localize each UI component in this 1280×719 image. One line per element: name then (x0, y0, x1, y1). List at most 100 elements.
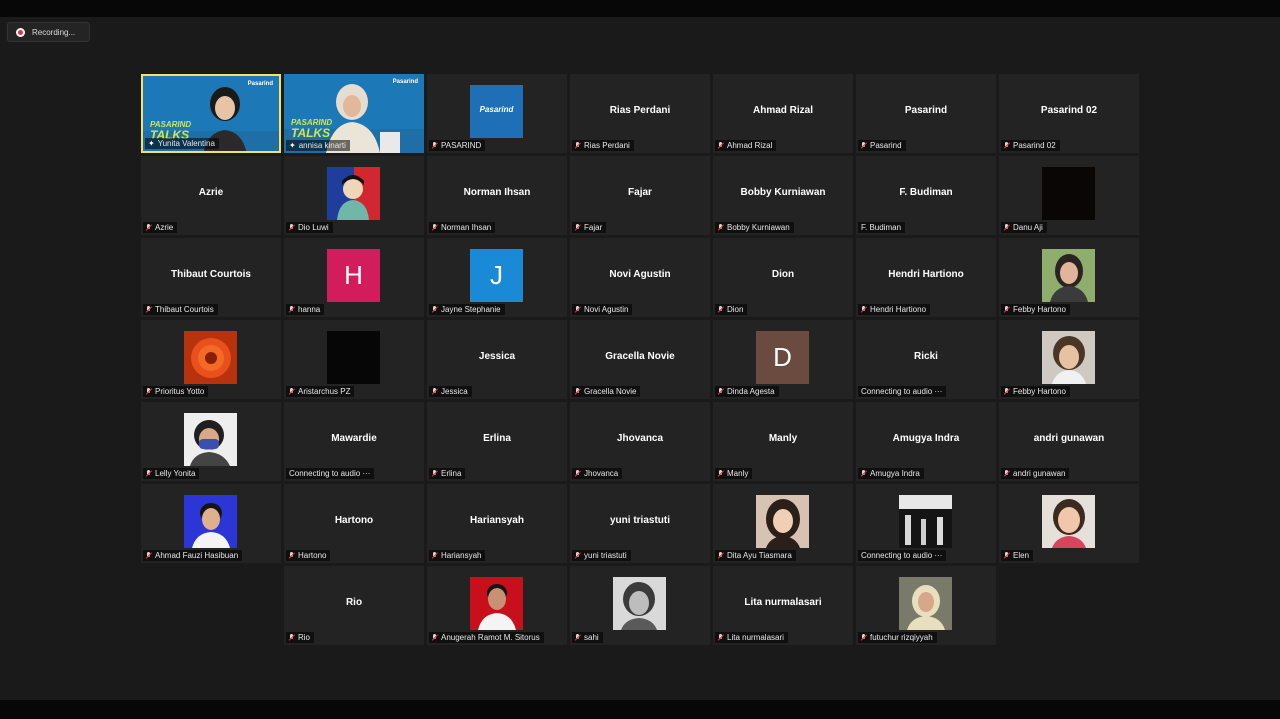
participant-tile-hanna[interactable]: H hanna (284, 238, 424, 317)
participant-tile-thibaut[interactable]: Thibaut Courtois Thibaut Courtois (141, 238, 281, 317)
nameplate: Febby Hartono (1001, 304, 1070, 315)
nameplate: Hartono (286, 550, 331, 561)
mic-muted-icon (1004, 141, 1010, 150)
participant-tile-annisa[interactable]: PASARIND TALKS Pasarind ✦ annisa kinarti (284, 74, 424, 153)
mic-muted-icon (718, 141, 724, 150)
nameplate: Fajar (572, 222, 607, 233)
participant-tile-lelly[interactable]: Lelly Yonita (141, 402, 281, 481)
participant-tile-lita[interactable]: Lita nurmalasari Lita nurmalasari (713, 566, 853, 645)
mic-muted-icon (718, 633, 724, 642)
participant-tile-hendri[interactable]: Hendri Hartiono Hendri Hartiono (856, 238, 996, 317)
participant-tile-dita[interactable]: Dita Ayu Tiasmara (713, 484, 853, 563)
participant-tile-jessica[interactable]: Jessica Jessica (427, 320, 567, 399)
avatar-image (613, 577, 666, 630)
nameplate: Ahmad Fauzi Hasibuan (143, 550, 243, 561)
participant-tile-ricki[interactable]: Ricki Connecting to audio ··· (856, 320, 996, 399)
participant-tile-azrie[interactable]: Azrie Azrie (141, 156, 281, 235)
participant-tile-fauzi[interactable]: Ahmad Fauzi Hasibuan (141, 484, 281, 563)
mic-muted-icon (432, 141, 438, 150)
avatar-logo: Pasarind (470, 85, 523, 138)
participant-name: Ahmad Rizal (727, 141, 773, 150)
participant-tile-aristarchus[interactable]: Aristarchus PZ (284, 320, 424, 399)
nameplate: Rio (286, 632, 315, 643)
participant-tile-dinda[interactable]: D Dinda Agesta (713, 320, 853, 399)
participant-display-name: Norman Ihsan (463, 187, 531, 198)
participant-tile-rio[interactable]: Rio Rio (284, 566, 424, 645)
participant-tile-bobby[interactable]: Bobby Kurniawan Bobby Kurniawan (713, 156, 853, 235)
mic-muted-icon (1004, 551, 1010, 560)
participant-name: yuni triastuti (584, 551, 627, 560)
recording-label: Recording... (32, 27, 76, 37)
participant-tile-andri[interactable]: andri gunawan andri gunawan (999, 402, 1139, 481)
participant-tile-ahmad-rizal[interactable]: Ahmad Rizal Ahmad Rizal (713, 74, 853, 153)
participant-tile-erlina[interactable]: Erlina Erlina (427, 402, 567, 481)
participant-tile-fajar[interactable]: Fajar Fajar (570, 156, 710, 235)
participant-tile-dio[interactable]: Dio Luwi (284, 156, 424, 235)
participant-tile-elen[interactable]: Elen (999, 484, 1139, 563)
participant-name: Febby Hartono (1013, 305, 1066, 314)
participant-tile-pasarind-logo[interactable]: Pasarind PASARIND (427, 74, 567, 153)
participant-name: Dion (727, 305, 744, 314)
avatar-image (1042, 249, 1095, 302)
participant-name: annisa kinarti (298, 141, 346, 150)
mic-muted-icon (1004, 223, 1010, 232)
nameplate: Thibaut Courtois (143, 304, 218, 315)
participant-display-name: Hartono (334, 515, 374, 526)
nameplate: Jessica (429, 386, 472, 397)
audio-status: Connecting to audio ··· (861, 551, 943, 560)
participant-tile-futuchur[interactable]: futuchur rizqiyyah (856, 566, 996, 645)
participant-tile-budiman[interactable]: F. Budiman F. Budiman (856, 156, 996, 235)
participant-tile-danu[interactable]: Danu Aji (999, 156, 1139, 235)
participant-tile-dion[interactable]: Dion Dion (713, 238, 853, 317)
participant-name: Pasarind (870, 141, 902, 150)
participant-tile-pasarind02[interactable]: Pasarind 02 Pasarind 02 (999, 74, 1139, 153)
participant-tile-gracella[interactable]: Gracella Novie Gracella Novie (570, 320, 710, 399)
mic-muted-icon (289, 387, 295, 396)
mic-muted-icon (432, 551, 438, 560)
participant-tile-anugerah[interactable]: Anugerah Ramot M. Sitorus (427, 566, 567, 645)
participant-tile-novi[interactable]: Novi Agustin Novi Agustin (570, 238, 710, 317)
participant-tile-febby-1[interactable]: Febby Hartono (999, 238, 1139, 317)
participant-display-name: Fajar (628, 187, 652, 198)
recording-indicator[interactable]: Recording... (7, 22, 91, 42)
mic-muted-icon (432, 469, 438, 478)
participant-tile-hariansyah[interactable]: Hariansyah Hariansyah (427, 484, 567, 563)
participant-tile-manly[interactable]: Manly Manly (713, 402, 853, 481)
participant-tile-yuni[interactable]: yuni triastuti yuni triastuti (570, 484, 710, 563)
participant-display-name: Thibaut Courtois (171, 269, 251, 280)
avatar-photo (184, 413, 237, 466)
participant-display-name: Jessica (478, 351, 516, 362)
participant-name: Hendri Hartiono (870, 305, 927, 314)
nameplate: Dio Luwi (286, 222, 333, 233)
mic-muted-icon (432, 305, 438, 314)
participant-tile-mawardie[interactable]: Mawardie Connecting to audio ··· (284, 402, 424, 481)
participant-display-name: Hariansyah (470, 515, 524, 526)
participant-display-name: F. Budiman (899, 187, 953, 198)
nameplate: Ahmad Rizal (715, 140, 777, 151)
avatar-photo (1042, 495, 1095, 548)
participant-tile-hartono[interactable]: Hartono Hartono (284, 484, 424, 563)
participant-tile-jayne[interactable]: J Jayne Stephanie (427, 238, 567, 317)
mic-muted-icon (1004, 305, 1010, 314)
participant-name: Gracella Novie (584, 387, 637, 396)
participant-name: hanna (298, 305, 321, 314)
avatar-image (327, 331, 380, 384)
participant-tile-jhovanca[interactable]: Jhovanca Jhovanca (570, 402, 710, 481)
nameplate: Bobby Kurniawan (715, 222, 794, 233)
mic-muted-icon (861, 633, 867, 642)
participant-name: futuchur rizqiyyah (870, 633, 933, 642)
participant-tile-amugya[interactable]: Amugya Indra Amugya Indra (856, 402, 996, 481)
nameplate: Danu Aji (1001, 222, 1047, 233)
participant-tile-febby-2[interactable]: Febby Hartono (999, 320, 1139, 399)
participant-tile-pasarind[interactable]: Pasarind Pasarind (856, 74, 996, 153)
participant-name: Bobby Kurniawan (727, 223, 790, 232)
participant-tile-yunita[interactable]: PASARIND TALKS Pasarind ✦ Yunita Valenti… (141, 74, 281, 153)
avatar-image (899, 495, 952, 548)
participant-tile-prioritus[interactable]: Prioritus Yotto (141, 320, 281, 399)
participant-tile-norman[interactable]: Norman Ihsan Norman Ihsan (427, 156, 567, 235)
participant-tile-sahi[interactable]: sahi (570, 566, 710, 645)
avatar-letter: J (470, 249, 523, 302)
participant-name: Amugya Indra (870, 469, 920, 478)
participant-tile-rias[interactable]: Rias Perdani Rias Perdani (570, 74, 710, 153)
participant-tile-connecting[interactable]: Connecting to audio ··· (856, 484, 996, 563)
